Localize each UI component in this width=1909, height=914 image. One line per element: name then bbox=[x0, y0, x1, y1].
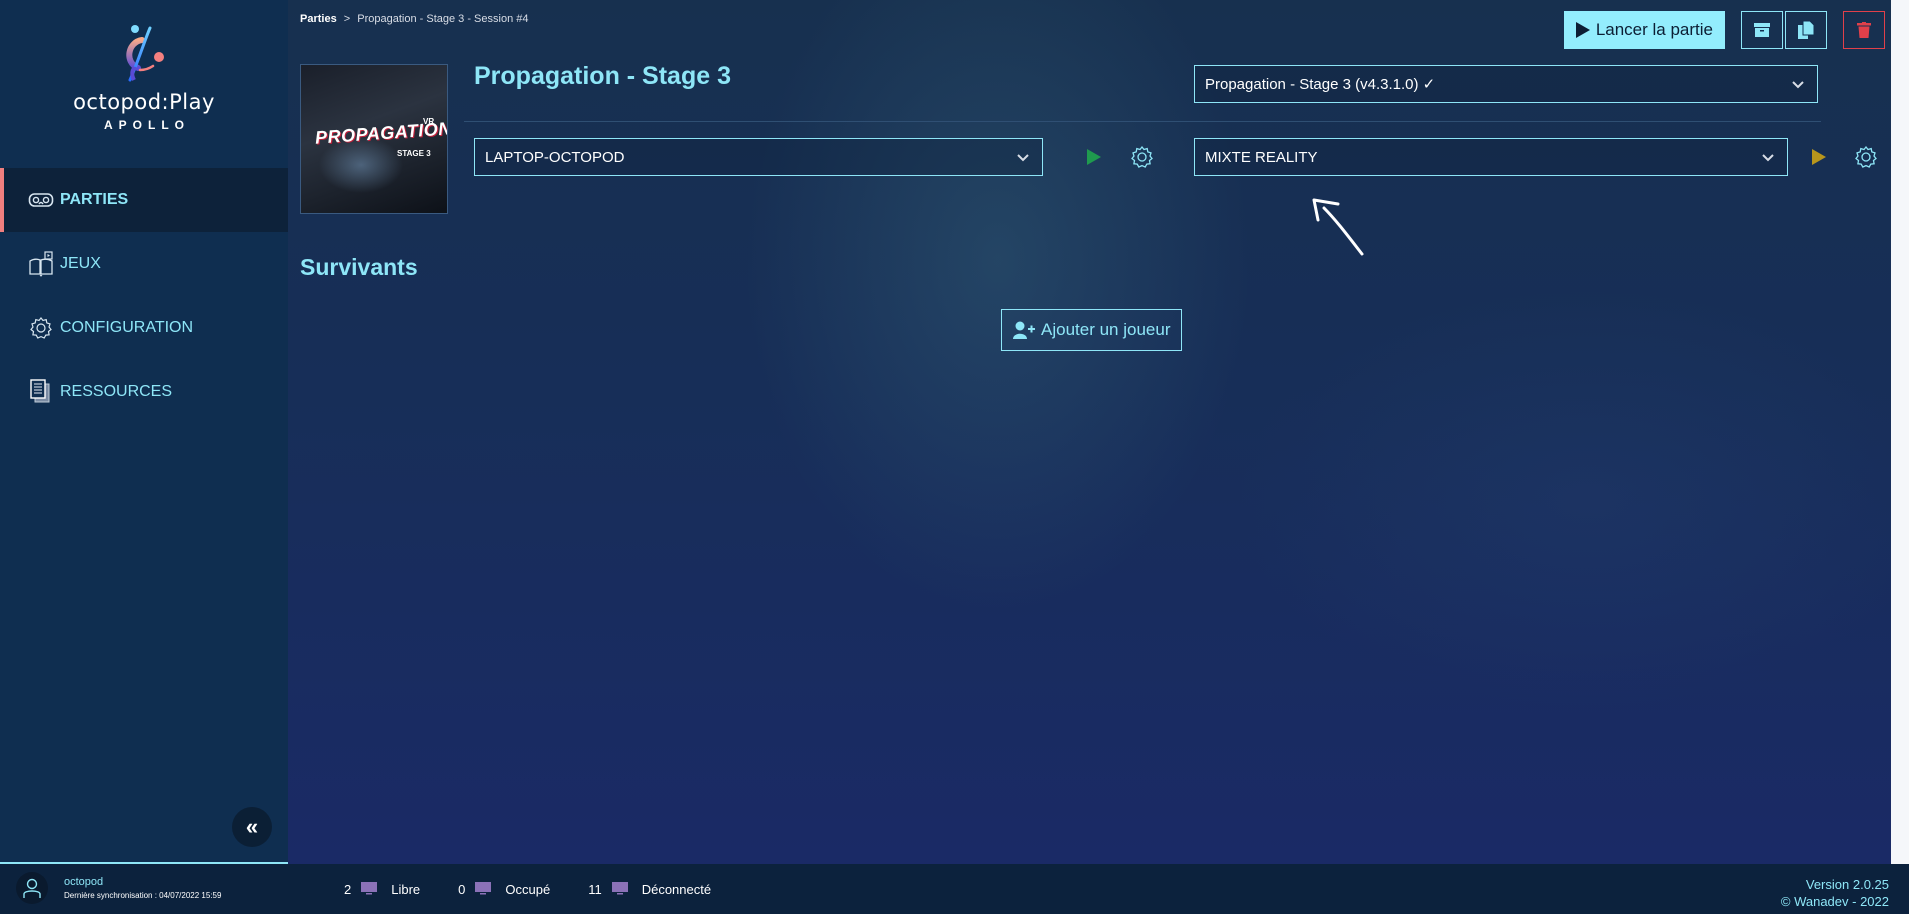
sidebar: octopod:Play APOLLO PARTIES JEUX CONFIGU… bbox=[0, 0, 288, 864]
header-divider bbox=[464, 121, 1821, 122]
avatar bbox=[16, 872, 48, 904]
sidebar-nav: PARTIES JEUX CONFIGURATION RESSOURCES bbox=[0, 168, 288, 424]
user-info[interactable]: octopod Dernière synchronisation : 04/07… bbox=[16, 872, 221, 904]
sidebar-item-ressources[interactable]: RESSOURCES bbox=[0, 360, 288, 424]
sidebar-item-label: PARTIES bbox=[60, 191, 129, 208]
brand-name: octopod:Play bbox=[73, 90, 215, 114]
sidebar-item-label: JEUX bbox=[60, 255, 101, 272]
stat-label: Déconnecté bbox=[641, 881, 712, 897]
book-play-icon bbox=[28, 251, 54, 277]
trash-icon bbox=[1857, 22, 1871, 38]
stat-count: 0 bbox=[458, 881, 466, 897]
mode-settings-gear-icon[interactable] bbox=[1854, 145, 1878, 169]
collapse-sidebar-button[interactable]: « bbox=[232, 807, 272, 847]
chevron-down-icon bbox=[1762, 154, 1774, 162]
copyright: © Wanadev - 2022 bbox=[1780, 894, 1889, 909]
breadcrumb-current: Propagation - Stage 3 - Session #4 bbox=[357, 13, 529, 25]
survivors-section-title: Survivants bbox=[300, 254, 418, 280]
add-player-label: Ajouter un joueur bbox=[1041, 320, 1171, 339]
stat-count: 11 bbox=[588, 881, 602, 897]
gear-icon bbox=[28, 315, 54, 341]
status-footer: octopod Dernière synchronisation : 04/07… bbox=[0, 864, 1909, 914]
double-chevron-left-icon: « bbox=[245, 814, 259, 839]
sidebar-item-configuration[interactable]: CONFIGURATION bbox=[0, 296, 288, 360]
copy-icon bbox=[1798, 21, 1814, 39]
version-number: Version 2.0.25 bbox=[1805, 877, 1889, 892]
monitor-icon bbox=[611, 882, 628, 895]
version-info: Version 2.0.25 © Wanadev - 2022 bbox=[1781, 876, 1889, 910]
breadcrumb: Parties > Propagation - Stage 3 - Sessio… bbox=[300, 13, 529, 25]
play-icon bbox=[1575, 22, 1590, 38]
main-content: Parties > Propagation - Stage 3 - Sessio… bbox=[288, 0, 1909, 864]
sidebar-item-parties[interactable]: PARTIES bbox=[0, 168, 288, 232]
launch-game-button[interactable]: Lancer la partie bbox=[1563, 11, 1725, 49]
cover-stage: STAGE 3 bbox=[397, 149, 431, 158]
chevron-down-icon bbox=[1792, 81, 1804, 89]
game-version-select[interactable]: Propagation - Stage 3 (v4.3.1.0) ✓ bbox=[1194, 65, 1818, 103]
host-select[interactable]: LAPTOP-OCTOPOD bbox=[474, 138, 1043, 176]
breadcrumb-separator: > bbox=[343, 13, 351, 25]
octopod-logo-icon bbox=[126, 25, 164, 82]
user-plus-icon bbox=[1013, 321, 1035, 339]
delete-button[interactable] bbox=[1843, 11, 1885, 49]
brand-logo[interactable]: octopod:Play APOLLO bbox=[0, 22, 288, 132]
archive-icon bbox=[1754, 23, 1770, 37]
stat-count: 2 bbox=[344, 881, 352, 897]
mode-select[interactable]: MIXTE REALITY bbox=[1194, 138, 1788, 176]
vr-headset-icon bbox=[28, 187, 54, 213]
stat-label: Libre bbox=[391, 881, 421, 897]
mode-select-value: MIXTE REALITY bbox=[1205, 148, 1318, 166]
documents-icon bbox=[28, 379, 54, 405]
session-toolbar: Lancer la partie bbox=[1563, 11, 1885, 49]
host-select-value: LAPTOP-OCTOPOD bbox=[485, 148, 625, 166]
launch-game-label: Lancer la partie bbox=[1595, 20, 1713, 39]
monitor-icon bbox=[475, 882, 492, 895]
stat-label: Occupé bbox=[505, 881, 551, 897]
sidebar-item-jeux[interactable]: JEUX bbox=[0, 232, 288, 296]
game-version-value: Propagation - Stage 3 (v4.3.1.0) ✓ bbox=[1205, 76, 1436, 93]
stat-disconnected: 11 Déconnecté bbox=[588, 882, 711, 897]
user-icon bbox=[23, 878, 41, 898]
archive-button[interactable] bbox=[1741, 11, 1783, 49]
user-name: octopod bbox=[64, 876, 104, 888]
game-title: Propagation - Stage 3 bbox=[474, 62, 731, 90]
stat-busy: 0 Occupé bbox=[458, 882, 550, 897]
duplicate-button[interactable] bbox=[1785, 11, 1827, 49]
add-player-button[interactable]: Ajouter un joueur bbox=[1001, 309, 1183, 351]
breadcrumb-root-link[interactable]: Parties bbox=[300, 13, 337, 25]
chevron-down-icon bbox=[1017, 154, 1029, 162]
cover-vr: VR bbox=[423, 117, 435, 126]
sidebar-item-label: CONFIGURATION bbox=[60, 319, 194, 336]
sidebar-item-label: RESSOURCES bbox=[60, 383, 173, 400]
device-stats: 2 Libre 0 Occupé 11 Déconnecté bbox=[344, 864, 749, 914]
host-settings-gear-icon[interactable] bbox=[1130, 145, 1154, 169]
mode-play-icon[interactable] bbox=[1810, 147, 1828, 167]
last-sync: Dernière synchronisation : 04/07/2022 15… bbox=[64, 891, 222, 900]
brand-edition: APOLLO bbox=[104, 118, 190, 132]
monitor-icon bbox=[361, 882, 378, 895]
host-play-icon[interactable] bbox=[1085, 147, 1103, 167]
game-cover-image: PROPAGATION VR STAGE 3 bbox=[300, 64, 448, 214]
annotation-arrow-icon bbox=[1312, 198, 1364, 256]
stat-free: 2 Libre bbox=[344, 882, 420, 897]
